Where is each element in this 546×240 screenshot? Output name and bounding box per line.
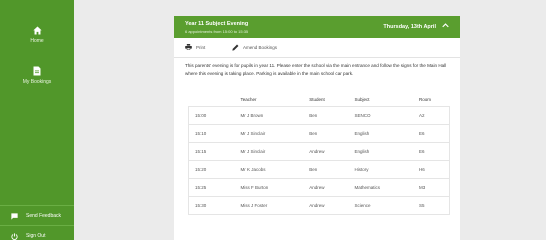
sidebar: Home My Bookings Send Feedback Sign Out	[0, 0, 74, 240]
col-header-student: Student	[309, 96, 325, 102]
cell-student: Ben	[301, 123, 347, 142]
table-row: 15:20 Mr K Jacobs Ben History H6	[188, 159, 450, 178]
cell-student: Ben	[301, 159, 347, 178]
cell-subject: English	[346, 141, 411, 160]
print-button[interactable]: Print	[185, 44, 205, 50]
table-row: 15:30 Miss J Foster Andrew Science S5	[188, 195, 450, 215]
nav-bookings-label: My Bookings	[22, 79, 52, 85]
cell-teacher: Mr J Brown	[232, 105, 302, 124]
cell-room: E6	[410, 141, 450, 160]
pencil-icon	[232, 44, 239, 51]
cell-teacher: Mr K Jacobs	[232, 159, 302, 178]
cell-teacher: Miss J Foster	[232, 195, 302, 215]
event-subtitle: 6 appointments from 15:00 to 15:35	[185, 29, 249, 34]
home-icon	[32, 26, 42, 35]
col-header-time	[189, 93, 233, 106]
document-icon	[33, 66, 41, 76]
appointments-table: Teacher Student Subject Room 15:00 Mr J …	[188, 93, 450, 215]
cell-time: 15:10	[188, 123, 233, 142]
main-area: Year 11 Subject Evening 6 appointments f…	[74, 0, 546, 240]
cell-subject: English	[346, 123, 411, 142]
nav-send-feedback[interactable]: Send Feedback	[0, 208, 74, 224]
cell-room: A2	[410, 105, 450, 124]
table-header-row: Teacher Student Subject Room	[189, 93, 450, 106]
cell-teacher: Mr J Sinclair	[232, 141, 302, 160]
cell-time: 15:20	[188, 159, 233, 178]
nav-my-bookings[interactable]: My Bookings	[0, 66, 74, 85]
table-row: 15:25 Miss F Burton Andrew Mathematics M…	[188, 177, 450, 196]
cell-room: S5	[410, 195, 450, 215]
cell-student: Andrew	[301, 195, 347, 215]
table-row: 15:00 Mr J Brown Ben SENCO A2	[188, 105, 450, 124]
cell-subject: SENCO	[346, 105, 411, 124]
cell-time: 15:00	[188, 105, 233, 124]
cell-room: M3	[410, 177, 450, 196]
chevron-up-icon[interactable]	[442, 23, 449, 28]
amend-label: Amend Bookings	[243, 45, 278, 50]
cell-teacher: Mr J Sinclair	[232, 123, 302, 142]
col-header-room: Room	[418, 96, 431, 102]
nav-feedback-label: Send Feedback	[26, 213, 62, 219]
event-banner[interactable]: Year 11 Subject Evening 6 appointments f…	[174, 16, 460, 38]
col-header-teacher: Teacher	[240, 96, 257, 102]
event-info-text: This parents' evening is for pupils in y…	[185, 63, 447, 76]
amend-bookings-button[interactable]: Amend Bookings	[232, 44, 277, 51]
sidebar-divider	[0, 225, 74, 226]
cell-time: 15:25	[188, 177, 233, 196]
cell-student: Andrew	[301, 177, 347, 196]
col-header-subject: Subject	[354, 96, 370, 102]
cell-room: H6	[410, 159, 450, 178]
cell-teacher: Miss F Burton	[232, 177, 302, 196]
cell-student: Andrew	[301, 141, 347, 160]
cell-time: 15:15	[188, 141, 233, 160]
table-row: 15:10 Mr J Sinclair Ben English E6	[188, 123, 450, 142]
event-date: Thursday, 13th April	[383, 24, 436, 30]
nav-home-label: Home	[30, 38, 44, 44]
cell-subject: Science	[346, 195, 411, 215]
chat-icon	[11, 212, 18, 220]
printer-icon	[185, 44, 192, 50]
cell-time: 15:30	[188, 195, 233, 215]
cell-room: E6	[410, 123, 450, 142]
nav-sign-out[interactable]: Sign Out	[0, 228, 74, 240]
toolbar: Print Amend Bookings	[174, 38, 460, 58]
cell-student: Ben	[301, 105, 347, 124]
print-label: Print	[196, 44, 206, 50]
event-title: Year 11 Subject Evening	[185, 21, 249, 27]
power-icon	[11, 232, 18, 240]
nav-home[interactable]: Home	[0, 26, 74, 44]
cell-subject: Mathematics	[346, 177, 411, 196]
table-row: 15:15 Mr J Sinclair Andrew English E6	[188, 141, 450, 160]
cell-subject: History	[346, 159, 411, 178]
nav-signout-label: Sign Out	[26, 233, 46, 239]
appointment-card: Year 11 Subject Evening 6 appointments f…	[174, 16, 460, 240]
sidebar-divider	[0, 205, 74, 206]
